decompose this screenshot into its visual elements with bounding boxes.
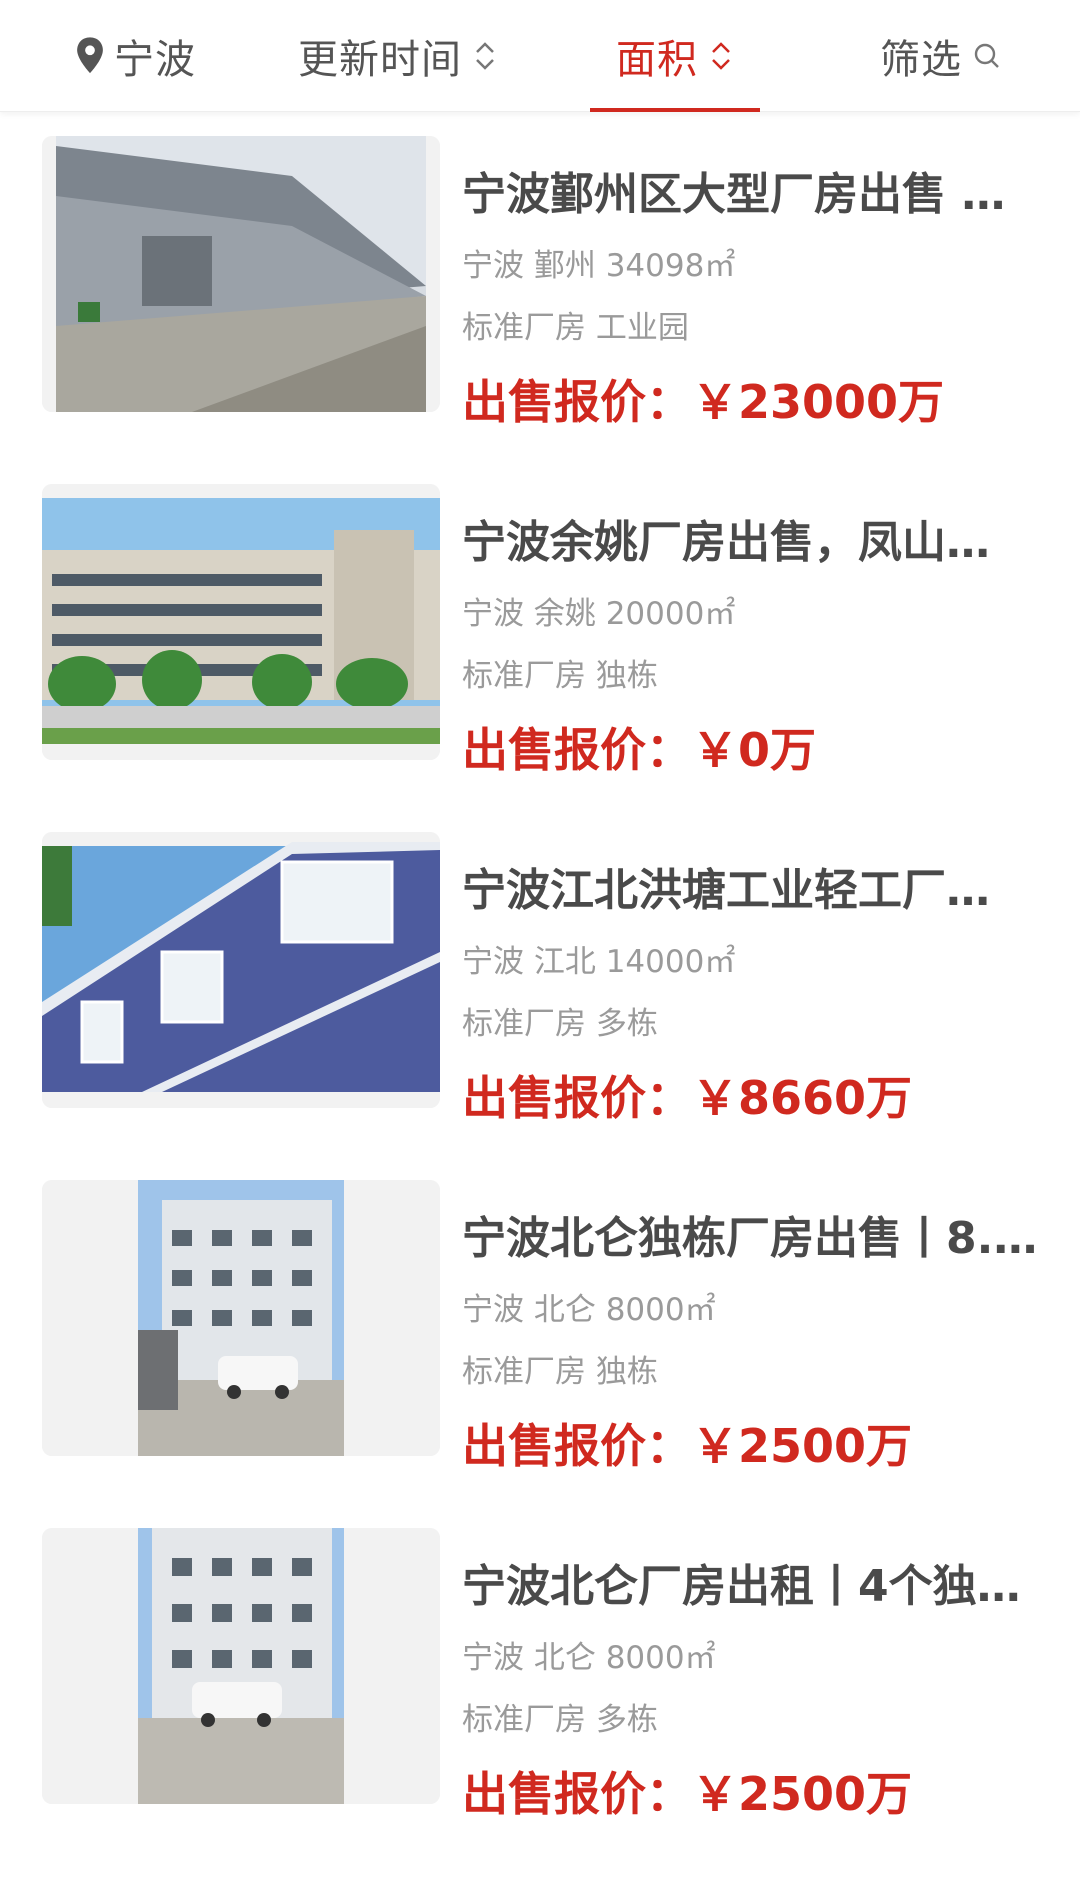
listing-location-area: 宁波 余姚 20000㎡ <box>462 596 736 632</box>
price-label: 出售报价： <box>462 723 692 777</box>
listing-title: 宁波鄞州区大型厂房出售 … <box>462 169 1006 220</box>
listing-thumbnail <box>42 1528 440 1804</box>
listing-item[interactable]: 宁波余姚厂房出售，凤山… 宁波 余姚 20000㎡ 标准厂房 独栋 出售报价：￥… <box>0 460 1080 808</box>
listing-title: 宁波余姚厂房出售，凤山… <box>462 517 990 568</box>
location-label: 宁波 <box>114 37 196 83</box>
listing-thumbnail <box>42 136 440 412</box>
listing-location-area: 宁波 北仑 8000㎡ <box>462 1640 716 1676</box>
sort-update-time[interactable]: 更新时间 <box>298 0 498 112</box>
price-value: ￥8660万 <box>692 1071 913 1125</box>
price-label: 出售报价： <box>462 1767 692 1821</box>
factory-photo <box>42 136 440 412</box>
sort-area[interactable]: 面积 <box>590 0 760 112</box>
listing-price: 出售报价：￥23000万 <box>462 366 944 432</box>
listing-tags: 标准厂房 独栋 <box>462 658 658 694</box>
listing-price: 出售报价：￥0万 <box>462 714 816 780</box>
listing-tags: 标准厂房 多栋 <box>462 1006 658 1042</box>
filter-button[interactable]: 筛选 <box>880 0 1002 112</box>
location-selector[interactable]: 宁波 <box>72 0 196 112</box>
sort-area-label: 面积 <box>616 37 698 83</box>
sort-arrows-icon <box>476 42 494 70</box>
listing-location-area: 宁波 江北 14000㎡ <box>462 944 736 980</box>
listing-thumbnail <box>42 832 440 1108</box>
price-label: 出售报价： <box>462 375 692 429</box>
sort-update-label: 更新时间 <box>298 37 462 83</box>
listing-location-area: 宁波 北仑 8000㎡ <box>462 1292 716 1328</box>
price-value: ￥2500万 <box>692 1419 913 1473</box>
price-value: ￥0万 <box>692 723 817 777</box>
price-value: ￥2500万 <box>692 1767 913 1821</box>
sort-arrows-icon <box>712 42 730 70</box>
listing-item[interactable]: 宁波北仑独栋厂房出售丨8.… 宁波 北仑 8000㎡ 标准厂房 独栋 出售报价：… <box>0 1156 1080 1504</box>
filter-bar: 宁波 更新时间 面积 筛选 <box>0 0 1080 112</box>
listing-location-area: 宁波 鄞州 34098㎡ <box>462 248 736 284</box>
filter-label: 筛选 <box>880 37 962 83</box>
factory-photo <box>42 832 440 1108</box>
active-tab-underline <box>590 108 760 112</box>
factory-photo <box>42 484 440 760</box>
listing-tags: 标准厂房 多栋 <box>462 1702 658 1738</box>
listing-thumbnail <box>42 484 440 760</box>
listing-title: 宁波北仑独栋厂房出售丨8.… <box>462 1213 1038 1264</box>
listing-tags: 标准厂房 工业园 <box>462 310 689 346</box>
listing-price: 出售报价：￥2500万 <box>462 1758 912 1824</box>
listing-price: 出售报价：￥8660万 <box>462 1062 912 1128</box>
listing-item[interactable]: 宁波江北洪塘工业轻工厂… 宁波 江北 14000㎡ 标准厂房 多栋 出售报价：￥… <box>0 808 1080 1156</box>
listing-item[interactable]: 宁波鄞州区大型厂房出售 … 宁波 鄞州 34098㎡ 标准厂房 工业园 出售报价… <box>0 112 1080 460</box>
location-pin-icon <box>77 37 103 74</box>
listing-price: 出售报价：￥2500万 <box>462 1410 912 1476</box>
price-value: ￥23000万 <box>692 375 945 429</box>
listing-title: 宁波北仑厂房出租丨4个独… <box>462 1561 1021 1612</box>
search-icon <box>974 43 999 68</box>
listing-thumbnail <box>42 1180 440 1456</box>
price-label: 出售报价： <box>462 1071 692 1125</box>
listing-item[interactable]: 宁波北仑厂房出租丨4个独… 宁波 北仑 8000㎡ 标准厂房 多栋 出售报价：￥… <box>0 1504 1080 1852</box>
listing-title: 宁波江北洪塘工业轻工厂… <box>462 865 990 916</box>
building-photo <box>42 1528 440 1804</box>
price-label: 出售报价： <box>462 1419 692 1473</box>
building-photo <box>42 1180 440 1456</box>
listing-tags: 标准厂房 独栋 <box>462 1354 658 1390</box>
